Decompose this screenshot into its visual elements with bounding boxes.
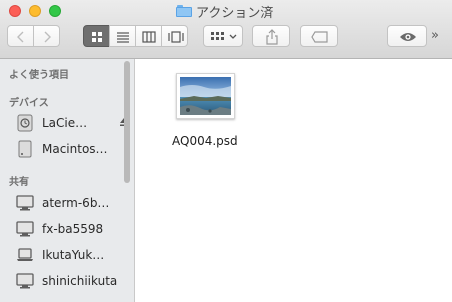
file-browser-area: AQ004.psd <box>136 59 452 302</box>
sidebar-item-macintosh[interactable]: Macintos… <box>16 139 120 159</box>
time-machine-drive-icon <box>16 114 34 132</box>
titlebar: アクション済 » <box>0 0 452 59</box>
share-icon <box>266 29 278 45</box>
forward-button[interactable] <box>34 25 60 47</box>
sidebar-item-label: LaCie… <box>42 116 88 130</box>
monitor-icon <box>16 194 34 212</box>
toolbar-overflow-button[interactable]: » <box>431 28 439 43</box>
tag-icon <box>311 31 328 43</box>
chevron-left-icon <box>17 31 24 43</box>
sidebar-item-aterm[interactable]: aterm-6b… <box>16 193 120 213</box>
share-button[interactable] <box>252 25 290 47</box>
folder-icon <box>176 5 192 17</box>
sidebar-item-ikutayuk[interactable]: IkutaYuk… <box>16 245 120 265</box>
window-title-text: アクション済 <box>196 5 274 21</box>
sidebar-item-label: aterm-6b… <box>42 196 110 210</box>
quick-look-button[interactable] <box>387 25 427 47</box>
sidebar-header-shared: 共有 <box>9 177 29 188</box>
image-thumbnail-icon <box>176 73 235 119</box>
monitor-icon <box>16 220 34 238</box>
cover-flow-view-button[interactable] <box>161 25 188 47</box>
list-view-button[interactable] <box>109 25 136 47</box>
finder-window: アクション済 » よく使う項目 デバイス LaCie… Macintos… 共有… <box>0 0 452 302</box>
sidebar-item-label: Macintos… <box>42 142 108 156</box>
columns-icon <box>142 31 156 43</box>
sidebar-item-fx[interactable]: fx-ba5598 <box>16 219 120 239</box>
view-mode-selector <box>83 25 188 47</box>
sidebar-item-label: IkutaYuk… <box>42 248 105 262</box>
laptop-icon <box>16 246 34 264</box>
grid-icon <box>92 32 102 42</box>
hard-drive-icon <box>16 140 34 158</box>
monitor-icon <box>16 272 34 290</box>
window-title: アクション済 <box>176 2 274 21</box>
list-icon <box>117 32 129 43</box>
sidebar-item-label: shinichiikuta <box>42 274 118 288</box>
tags-button[interactable] <box>300 25 338 47</box>
sidebar-header-favorites: よく使う項目 <box>9 70 69 81</box>
cover-flow-icon <box>168 31 184 43</box>
sidebar-item-shinichiikuta[interactable]: shinichiikuta <box>16 271 120 291</box>
file-name: AQ004.psd <box>172 134 238 148</box>
back-button[interactable] <box>7 25 34 47</box>
sidebar: よく使う項目 デバイス LaCie… Macintos… 共有 aterm-6b… <box>0 59 135 302</box>
sidebar-header-devices: デバイス <box>9 98 49 109</box>
arrange-button[interactable] <box>203 25 243 47</box>
minimize-window-button[interactable] <box>29 5 41 17</box>
icon-view-button[interactable] <box>83 25 110 47</box>
chevron-right-icon <box>44 31 51 43</box>
close-window-button[interactable] <box>9 5 21 17</box>
sidebar-item-lacie[interactable]: LaCie… <box>16 113 128 133</box>
column-view-button[interactable] <box>135 25 162 47</box>
arrange-grid-icon <box>211 32 237 40</box>
sidebar-item-label: fx-ba5598 <box>42 222 104 236</box>
zoom-window-button[interactable] <box>49 5 61 17</box>
sidebar-scrollbar[interactable] <box>124 61 130 183</box>
eye-icon <box>400 33 416 41</box>
